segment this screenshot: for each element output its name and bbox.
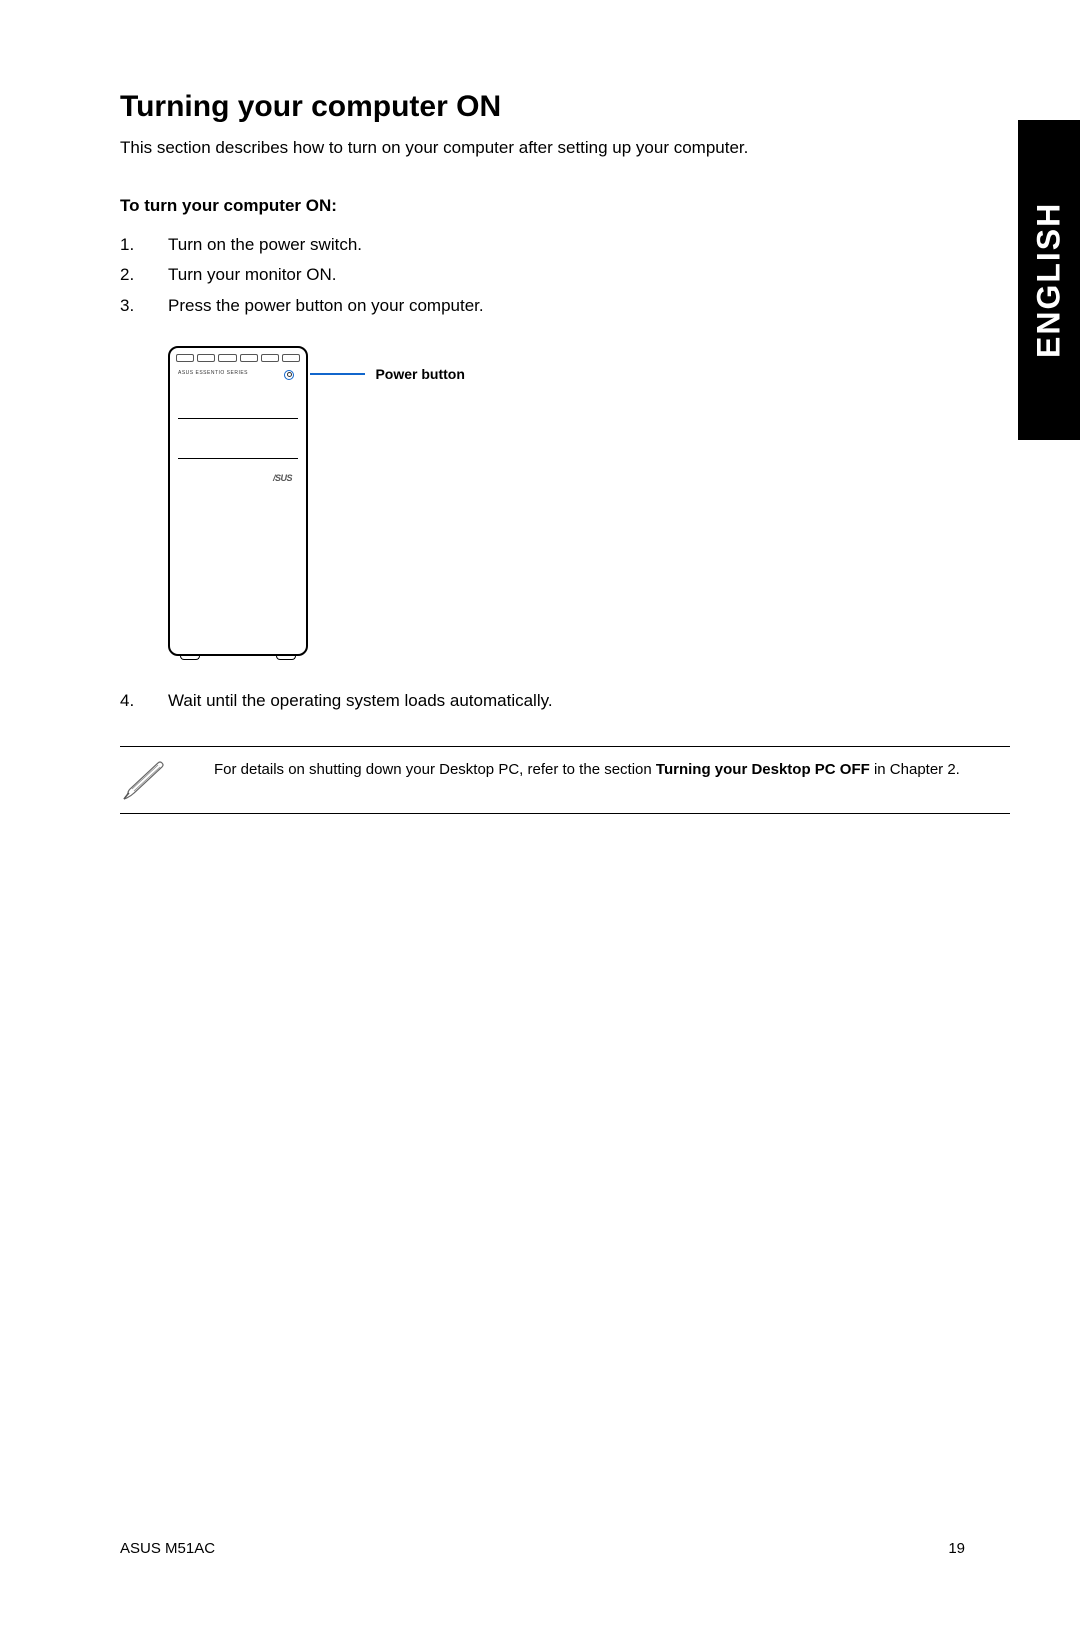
power-button-callout: Power button — [318, 366, 465, 384]
diagram: ASUS ESSENTIO SERIES /SUS Power button — [168, 346, 1010, 656]
intro-text: This section describes how to turn on yo… — [120, 136, 1010, 160]
step-item: Turn your monitor ON. — [120, 260, 1010, 291]
asus-logo-icon: /SUS — [273, 473, 292, 483]
step-number: 4. — [120, 686, 134, 717]
page-heading: Turning your computer ON — [120, 90, 1010, 124]
step-item: Turn on the power switch. — [120, 230, 1010, 261]
tower-top-ports — [176, 354, 300, 364]
page-footer: ASUS M51AC 19 — [120, 1540, 965, 1557]
subheading: To turn your computer ON: — [120, 196, 1010, 216]
power-button-icon — [284, 370, 294, 380]
callout-label: Power button — [375, 366, 464, 382]
note-suffix: in Chapter 2. — [870, 761, 960, 778]
step-text: Wait until the operating system loads au… — [168, 691, 553, 710]
note-pen-icon — [120, 759, 190, 801]
note-prefix: For details on shutting down your Deskto… — [214, 761, 656, 778]
drive-bay-line — [178, 458, 298, 459]
note-box: For details on shutting down your Deskto… — [120, 746, 1010, 814]
tower-brand-label: ASUS ESSENTIO SERIES — [178, 370, 298, 376]
tower-feet — [180, 654, 296, 660]
computer-tower-illustration: ASUS ESSENTIO SERIES /SUS — [168, 346, 308, 656]
step-list: Turn on the power switch. Turn your moni… — [120, 230, 1010, 322]
callout-line-icon — [310, 373, 365, 375]
step-item: Press the power button on your computer. — [120, 291, 1010, 322]
drive-bay-line — [178, 418, 298, 419]
footer-page-number: 19 — [948, 1540, 965, 1557]
language-tab: ENGLISH — [1018, 120, 1080, 440]
step-item: 4. Wait until the operating system loads… — [120, 686, 1010, 717]
note-bold: Turning your Desktop PC OFF — [656, 761, 870, 778]
note-text: For details on shutting down your Deskto… — [214, 759, 960, 782]
footer-model: ASUS M51AC — [120, 1540, 215, 1557]
step-list-continued: 4. Wait until the operating system loads… — [120, 686, 1010, 717]
